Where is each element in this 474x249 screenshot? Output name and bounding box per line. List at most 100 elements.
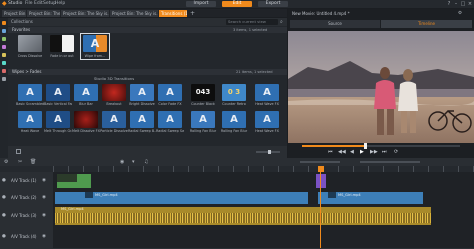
- transition-thumb-14[interactable]: A: [130, 111, 154, 128]
- transition-thumb-12[interactable]: [74, 111, 98, 128]
- help-button[interactable]: ?: [446, 1, 452, 7]
- track-1-lock-icon[interactable]: ●: [2, 178, 6, 183]
- tab-project-bin-3[interactable]: Project Bin: The Sky is...: [61, 10, 109, 17]
- favorite-thumb-2[interactable]: [50, 35, 74, 52]
- favorite-thumb-3[interactable]: A: [83, 35, 107, 52]
- scrub-handle[interactable]: [364, 143, 367, 149]
- transition-thumb-8[interactable]: 0 3: [222, 84, 246, 101]
- transition-thumb-15[interactable]: A: [158, 111, 182, 128]
- video-library-icon[interactable]: [2, 21, 6, 25]
- transition-thumb-5[interactable]: A: [130, 84, 154, 101]
- minimize-button[interactable]: –: [453, 1, 459, 7]
- favorite-thumb-1[interactable]: [18, 35, 42, 52]
- track-3-audio-clip[interactable]: MS_Girl.mp4: [55, 207, 431, 225]
- loop-button[interactable]: ⟳: [394, 149, 398, 155]
- titles-library-icon[interactable]: [2, 69, 6, 73]
- transition-thumb-9[interactable]: A: [255, 84, 279, 101]
- transition-thumb-16[interactable]: A: [191, 111, 215, 128]
- transition-thumb-17[interactable]: A: [222, 111, 246, 128]
- track-4-lock-icon[interactable]: ●: [2, 234, 6, 239]
- track-1-eye-icon[interactable]: ◉: [42, 178, 46, 183]
- timeline-settings-icon[interactable]: ⚙: [4, 159, 8, 165]
- transitions-library-icon[interactable]: [2, 53, 6, 57]
- transition-thumb-13[interactable]: A: [102, 111, 126, 128]
- collections-label[interactable]: Collections: [11, 19, 33, 24]
- view-toggle-icon[interactable]: [16, 149, 21, 154]
- tab-timeline[interactable]: Timeline: [381, 20, 472, 28]
- audio-library-icon[interactable]: [2, 37, 6, 41]
- go-start-button[interactable]: ⏮: [328, 149, 333, 155]
- tab-source[interactable]: Source: [290, 20, 380, 28]
- scrub-bar[interactable]: [302, 143, 460, 149]
- track-1-name[interactable]: A/V Track (1): [11, 178, 37, 183]
- trash-icon[interactable]: 🗑: [30, 159, 36, 165]
- timeline-scroll[interactable]: [360, 161, 420, 163]
- track-3-lock-icon[interactable]: ●: [2, 213, 6, 218]
- photo-library-icon[interactable]: [2, 29, 6, 33]
- track-2-clip-1-label: MS_Girl.mp4: [95, 193, 118, 197]
- export-mode-button[interactable]: Export: [258, 1, 288, 7]
- track-2-clip-2[interactable]: MS_Girl.mp4: [318, 192, 423, 204]
- favorite-label-2: Fade in or out: [50, 54, 74, 58]
- go-end-button[interactable]: ⏭: [382, 149, 387, 155]
- fast-forward-button[interactable]: ▶▶: [370, 149, 378, 155]
- favorites-title: Favorites: [12, 27, 31, 32]
- tab-project-bin-4[interactable]: Project Bin: The Sky is...: [110, 10, 158, 17]
- track-3-eye-icon[interactable]: ◉: [42, 213, 46, 218]
- track-4-header: ● A/V Track (4) ◉: [0, 226, 53, 248]
- transition-thumb-7[interactable]: 043: [191, 84, 215, 101]
- timeline-zoom-slider[interactable]: [300, 161, 340, 163]
- favorite-label-3: Wipe from...: [84, 54, 106, 58]
- transition-label-1: Basic Scrambled Sli...: [16, 102, 44, 106]
- add-tab-icon[interactable]: +: [190, 10, 198, 17]
- transition-thumb-6[interactable]: A: [158, 84, 182, 101]
- transition-thumb-1[interactable]: A: [18, 84, 42, 101]
- transition-thumb-18[interactable]: A: [255, 111, 279, 128]
- effects-library-icon[interactable]: [2, 61, 6, 65]
- menu-edit[interactable]: Edit: [34, 1, 43, 6]
- preview-settings-icon[interactable]: ⚙: [458, 11, 462, 16]
- track-2-eye-icon[interactable]: ◉: [42, 195, 46, 200]
- track-2-header: ● A/V Track (2) ◉: [0, 190, 53, 206]
- tab-project-bin-2[interactable]: Project Bin: The Sky is...: [27, 10, 60, 17]
- track-4-eye-icon[interactable]: ◉: [42, 234, 46, 239]
- transition-thumb-2[interactable]: A: [46, 84, 70, 101]
- track-1-clip[interactable]: [57, 174, 91, 188]
- track-2-lock-icon[interactable]: ●: [2, 195, 6, 200]
- transition-thumb-4[interactable]: [102, 84, 126, 101]
- edit-mode-button[interactable]: Edit: [222, 1, 252, 7]
- menu-file[interactable]: File: [25, 1, 33, 6]
- search-icon[interactable]: ⌕: [280, 19, 283, 25]
- snapshot-icon[interactable]: ◉: [120, 159, 124, 165]
- step-back-button[interactable]: ◀: [350, 149, 354, 155]
- import-mode-button[interactable]: Import: [186, 1, 216, 7]
- close-button[interactable]: ×: [467, 1, 473, 7]
- marker-icon[interactable]: ▾: [132, 159, 135, 165]
- track-4-name[interactable]: A/V Track (4): [11, 234, 37, 239]
- transition-label-6: Color Fade FX: [158, 102, 182, 106]
- tab-transitions[interactable]: Transitions (14): [159, 10, 187, 17]
- track-3-header: ● A/V Track (3) ◉: [0, 206, 53, 226]
- maximize-button[interactable]: □: [460, 1, 466, 7]
- search-input[interactable]: Search current view: [226, 19, 278, 25]
- razor-icon[interactable]: ✂: [18, 159, 22, 165]
- rewind-button[interactable]: ◀◀: [338, 149, 346, 155]
- transition-thumb-3[interactable]: A: [74, 84, 98, 101]
- transition-marker[interactable]: [316, 174, 326, 188]
- transition-label-15: Radial Sweep Sw...: [156, 129, 184, 133]
- video-preview[interactable]: [288, 31, 474, 143]
- track-3-name[interactable]: A/V Track (3): [11, 213, 37, 218]
- transition-thumb-11[interactable]: A: [46, 111, 70, 128]
- project-library-icon[interactable]: [2, 45, 6, 49]
- play-button[interactable]: ▶: [360, 149, 364, 155]
- library-panel: Collections Search current view ⌕ Favori…: [8, 18, 287, 158]
- transition-thumb-10[interactable]: A: [18, 111, 42, 128]
- track-2-name[interactable]: A/V Track (2): [11, 195, 37, 200]
- menu-help[interactable]: Help: [55, 1, 65, 6]
- audio-mixer-icon[interactable]: ♫: [144, 159, 148, 165]
- menus-library-icon[interactable]: [2, 77, 6, 81]
- tab-project-bin[interactable]: Project Bin: [2, 10, 26, 17]
- zoom-slider[interactable]: [256, 150, 280, 154]
- zoom-slider-handle[interactable]: [268, 150, 271, 154]
- track-2-clip-1[interactable]: MS_Girl.mp4: [55, 192, 308, 204]
